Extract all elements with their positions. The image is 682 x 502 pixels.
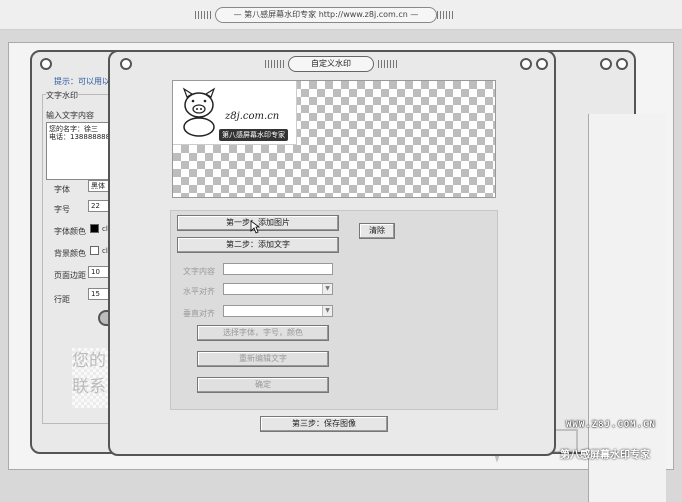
- watermark-name-text: 第八感屏幕水印专家: [560, 450, 650, 461]
- image-preview-canvas[interactable]: z8j.com.cn 第八感屏幕水印专家: [172, 80, 496, 198]
- pig-icon: [182, 87, 216, 137]
- title-decoration: [437, 11, 455, 19]
- h-align-label: 水平对齐: [183, 287, 215, 296]
- title-decoration: [265, 60, 285, 68]
- v-align-label: 垂直对齐: [183, 309, 215, 318]
- font-color-label: 字体颜色: [54, 227, 86, 236]
- font-color-swatch[interactable]: [90, 224, 99, 233]
- re-edit-text-button[interactable]: 重新编辑文字: [197, 351, 329, 367]
- window-title: — 第八感屏幕水印专家 http://www.z8j.com.cn —: [215, 7, 437, 23]
- watermark-site-text: WWW.Z8J.COM.CN: [566, 420, 656, 430]
- logo-slogan: 第八感屏幕水印专家: [219, 129, 288, 141]
- margin-label: 页面边距: [54, 271, 86, 280]
- bg-color-swatch[interactable]: [90, 246, 99, 255]
- custom-watermark-dialog: 自定义水印 z8j.com.cn 第八感屏幕水印专家 第一步：添加图片 清除 第…: [108, 50, 556, 456]
- close-icon[interactable]: [536, 58, 548, 70]
- confirm-button[interactable]: 确定: [197, 377, 329, 393]
- input-text-label: 输入文字内容: [46, 111, 94, 120]
- dialog-menu-icon[interactable]: [120, 58, 132, 70]
- text-content-label: 文字内容: [183, 267, 215, 276]
- clear-button[interactable]: 清除: [359, 223, 395, 239]
- bg-color-value: cl: [102, 247, 108, 255]
- text-content-input[interactable]: [223, 263, 333, 275]
- app-titlebar: — 第八感屏幕水印专家 http://www.z8j.com.cn —: [0, 0, 682, 30]
- v-align-select[interactable]: ▼: [223, 305, 333, 317]
- title-decoration: [378, 60, 398, 68]
- save-image-button[interactable]: 第三步：保存图像: [260, 416, 388, 432]
- h-align-select[interactable]: ▼: [223, 283, 333, 295]
- dialog-title: 自定义水印: [288, 56, 374, 72]
- minimize-icon[interactable]: [600, 58, 612, 70]
- font-label: 字体: [54, 185, 70, 194]
- add-text-button[interactable]: 第二步：添加文字: [177, 237, 339, 253]
- logo-image: z8j.com.cn 第八感屏幕水印专家: [173, 81, 297, 145]
- minimize-icon[interactable]: [520, 58, 532, 70]
- chevron-down-icon: ▼: [322, 306, 332, 316]
- line-spacing-label: 行距: [54, 295, 70, 304]
- font-color-value: cl: [102, 225, 108, 233]
- chevron-down-icon: ▼: [322, 284, 332, 294]
- size-label: 字号: [54, 205, 70, 214]
- group-title: 文字水印: [46, 90, 78, 101]
- title-decoration: [195, 11, 213, 19]
- window-menu-icon[interactable]: [40, 58, 52, 70]
- back-window-right-pane: [588, 114, 666, 502]
- bg-color-label: 背景颜色: [54, 249, 86, 258]
- choose-font-button[interactable]: 选择字体，字号，颜色: [197, 325, 329, 341]
- hint-text: 提示：可以用以: [54, 77, 110, 86]
- step-control-panel: 第一步：添加图片 清除 第二步：添加文字 文字内容 水平对齐 ▼ 垂直对齐 ▼ …: [170, 210, 498, 410]
- mouse-cursor-icon: [250, 220, 260, 234]
- close-icon[interactable]: [616, 58, 628, 70]
- logo-url: z8j.com.cn: [225, 111, 280, 122]
